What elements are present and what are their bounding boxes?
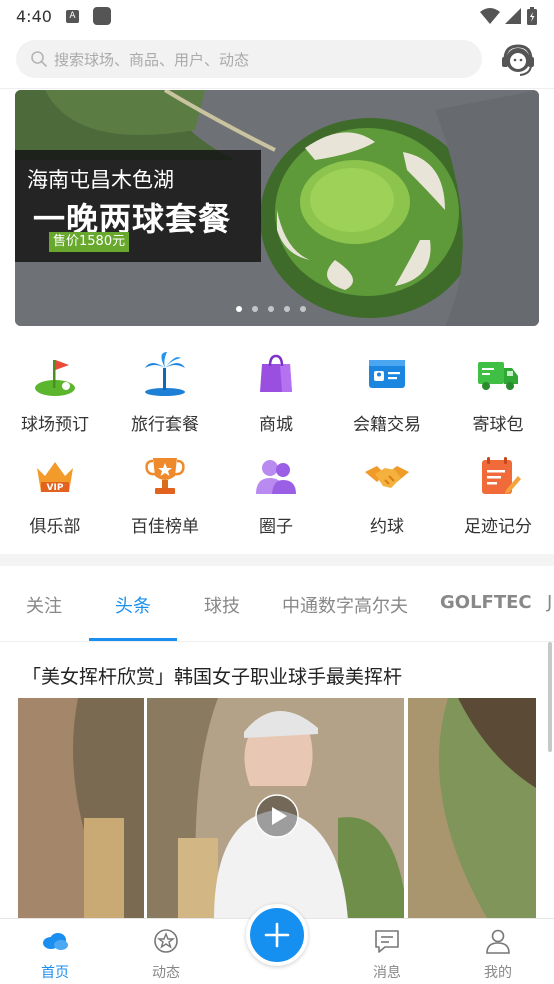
- banner-pagination: [236, 306, 306, 312]
- pagination-dot: [252, 306, 258, 312]
- pagination-dot: [236, 306, 242, 312]
- grid-label: 旅行套餐: [131, 415, 199, 435]
- create-post-button[interactable]: [246, 904, 308, 966]
- grid-label: 寄球包: [472, 415, 524, 435]
- notification-a-icon: A: [65, 9, 79, 23]
- tab-headlines[interactable]: 头条: [115, 592, 151, 618]
- grid-label: 百佳榜单: [131, 517, 199, 537]
- wifi-icon: [480, 8, 500, 24]
- grid-item-course-booking[interactable]: 球场预订: [0, 344, 110, 440]
- grid-item-ship-bag[interactable]: 寄球包: [443, 344, 553, 440]
- tab-following[interactable]: 关注: [26, 592, 62, 618]
- nav-label: 我的: [484, 965, 512, 981]
- plus-icon: [264, 922, 290, 948]
- grid-item-mall[interactable]: 商城: [221, 344, 331, 440]
- banner-overlay: 海南屯昌木色湖 一晚两球套餐 售价1580元: [15, 150, 261, 262]
- palm-tree-icon: [145, 352, 185, 396]
- golf-flag-icon: [35, 360, 75, 396]
- active-tab-indicator: [89, 638, 177, 641]
- vip-crown-icon: VIP: [37, 462, 73, 493]
- scorecard-icon: [482, 457, 521, 494]
- play-icon[interactable]: [255, 794, 299, 838]
- grid-label: 会籍交易: [353, 415, 421, 435]
- handshake-icon: [365, 466, 409, 488]
- battery-icon: [527, 7, 537, 25]
- signal-icon: [505, 8, 521, 24]
- grid-item-circle[interactable]: 圈子: [221, 446, 331, 542]
- pagination-dot: [284, 306, 290, 312]
- tab-golftec[interactable]: GOLFTEC: [440, 592, 532, 613]
- grid-item-top-list[interactable]: 百佳榜单: [110, 446, 220, 542]
- shopping-bag-icon: [260, 354, 292, 392]
- svg-text:VIP: VIP: [47, 483, 64, 493]
- article-video-thumbnail[interactable]: [18, 698, 536, 920]
- grid-label: 俱乐部: [29, 517, 81, 537]
- nav-label: 消息: [373, 965, 401, 981]
- grid-label: 球场预订: [21, 415, 89, 435]
- header-divider: [0, 88, 554, 89]
- news-tabs: 关注 头条 球技 中通数字高尔夫 GOLFTEC J: [0, 566, 554, 642]
- grid-item-club[interactable]: VIP 俱乐部: [0, 446, 110, 542]
- status-bar: 4:40 A: [0, 0, 554, 32]
- banner-subtitle: 海南屯昌木色湖: [27, 168, 174, 192]
- users-icon: [256, 460, 296, 494]
- grid-item-travel-package[interactable]: 旅行套餐: [110, 344, 220, 440]
- status-time: 4:40: [16, 6, 52, 26]
- scrollbar[interactable]: [548, 642, 552, 752]
- search-icon: [31, 51, 47, 67]
- nav-home[interactable]: 首页: [0, 919, 110, 984]
- banner-price-tag: 售价1580元: [49, 232, 130, 252]
- search-input[interactable]: 搜索球场、商品、用户、动态: [16, 40, 482, 78]
- delivery-truck-icon: [478, 362, 518, 390]
- member-card-icon: [369, 360, 405, 388]
- grid-label: 圈子: [259, 517, 293, 537]
- pagination-dot: [300, 306, 306, 312]
- nav-label: 动态: [152, 965, 180, 981]
- pagination-dot: [268, 306, 274, 312]
- grid-item-scorecard[interactable]: 足迹记分: [443, 446, 553, 542]
- tab-zhongtong-digital-golf[interactable]: 中通数字高尔夫: [282, 592, 408, 618]
- home-cloud-icon: [43, 933, 68, 950]
- nav-label: 首页: [41, 965, 69, 981]
- grid-item-meet-up[interactable]: 约球: [332, 446, 442, 542]
- article-title[interactable]: 「美女挥杆欣赏」韩国女子职业球手最美挥杆: [22, 662, 402, 689]
- section-divider: [0, 554, 554, 566]
- promo-banner[interactable]: 海南屯昌木色湖 一晚两球套餐 售价1580元: [15, 90, 539, 326]
- person-icon: [486, 929, 510, 954]
- nav-profile[interactable]: 我的: [443, 919, 553, 984]
- headset-icon: [502, 44, 534, 76]
- nav-messages[interactable]: 消息: [332, 919, 442, 984]
- tab-skills[interactable]: 球技: [204, 592, 240, 618]
- nav-feed[interactable]: 动态: [111, 919, 221, 984]
- tab-more[interactable]: J: [547, 592, 552, 613]
- customer-service-button[interactable]: [496, 38, 540, 82]
- notification-square-icon: [92, 7, 111, 25]
- trophy-icon: [145, 458, 185, 494]
- grid-item-membership-trade[interactable]: 会籍交易: [332, 344, 442, 440]
- star-circle-icon: [154, 929, 178, 953]
- grid-label: 约球: [370, 517, 404, 537]
- grid-label: 商城: [259, 415, 293, 435]
- message-icon: [375, 930, 399, 953]
- search-placeholder: 搜索球场、商品、用户、动态: [54, 50, 250, 69]
- grid-label: 足迹记分: [464, 517, 532, 537]
- system-icons: [480, 6, 538, 26]
